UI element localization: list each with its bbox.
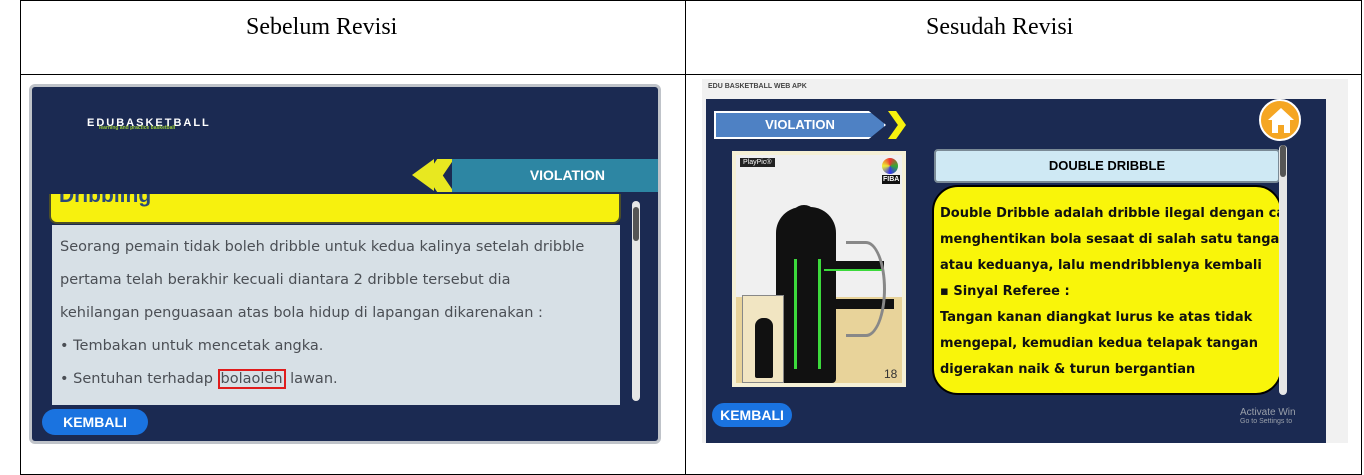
description-line: digerakan naik & turun bergantian — [940, 362, 1196, 377]
content-line: pertama telah berakhir kecuali diantara … — [60, 272, 511, 288]
description-line: menghentikan bola sesaat di salah satu t… — [940, 232, 1282, 247]
line-prefix: • Sentuhan terhadap — [60, 371, 218, 387]
before-screenshot: EDUBASKETBALL learning and practice bask… — [29, 84, 661, 444]
watermark-line: Activate Win — [1240, 407, 1296, 418]
description-line: Tangan kanan diangkat lurus ke atas tida… — [940, 310, 1253, 325]
table-header-divider — [20, 74, 1362, 75]
header-after: Sesudah Revisi — [926, 14, 1074, 40]
referee-signal-card: PlayPic® FIBA 18 — [732, 151, 906, 387]
description-line: atau keduanya, lalu mendribblenya kembal… — [940, 258, 1262, 273]
watermark-line: Go to Settings to — [1240, 418, 1293, 425]
section-label: VIOLATION — [714, 111, 886, 139]
line-suffix: lawan. — [285, 371, 338, 387]
scrollbar[interactable] — [632, 201, 640, 401]
content-line-highlighted: • Sentuhan terhadap bolaoleh lawan. — [60, 363, 620, 396]
description-line: Double Dribble adalah dribble ilegal den… — [940, 206, 1282, 221]
activation-watermark: Activate Win Go to Settings to — [1240, 407, 1296, 425]
content-heading: Dribbling — [59, 194, 152, 207]
back-button[interactable]: KEMBALI — [42, 409, 148, 435]
description-line: ▪ Sinyal Referee : — [940, 284, 1070, 299]
description-line: mengepal, kemudian kedua telapak tangan — [940, 336, 1259, 351]
content-line: Seorang pemain tidak boleh dribble untuk… — [60, 239, 585, 255]
content-line: • Tembakan untuk mencetak angka. — [60, 338, 324, 354]
fiba-badge: FIBA — [882, 175, 901, 184]
referee-figure — [776, 207, 836, 383]
scrollbar-thumb[interactable] — [633, 207, 639, 241]
heading-bar: Dribbling — [49, 194, 621, 224]
motion-arrow-icon — [846, 241, 886, 337]
header-before: Sebelum Revisi — [246, 14, 398, 40]
back-button[interactable]: KEMBALI — [712, 403, 792, 427]
typo-highlight: bolaoleh — [217, 369, 286, 389]
window-title: EDU BASKETBALL WEB APK — [708, 83, 807, 90]
section-banner: VIOLATION — [412, 159, 658, 192]
scrollbar-thumb[interactable] — [1280, 145, 1286, 177]
chevron-right-icon — [888, 111, 906, 139]
app-canvas: VIOLATION PlayPic® FIBA 18 DOUBLE DRIBBL… — [706, 99, 1326, 443]
scrollbar[interactable] — [1279, 145, 1287, 395]
section-label: VIOLATION — [452, 159, 658, 192]
basketball-logo-icon — [882, 158, 898, 174]
description-box: Double Dribble adalah dribble ilegal den… — [932, 185, 1282, 395]
inset-photo — [742, 295, 784, 383]
card-brand: PlayPic® — [740, 158, 775, 167]
home-icon[interactable] — [1259, 99, 1301, 141]
app-logo: EDUBASKETBALL learning and practice bask… — [87, 117, 211, 131]
violation-title: DOUBLE DRIBBLE — [934, 149, 1280, 183]
content-line: kehilangan penguasaan atas bola hidup di… — [60, 305, 543, 321]
after-screenshot: EDU BASKETBALL WEB APK VIOLATION PlayPic… — [702, 79, 1348, 443]
table-divider — [685, 0, 686, 475]
card-number: 18 — [884, 367, 898, 381]
content-box: Seorang pemain tidak boleh dribble untuk… — [52, 225, 620, 405]
